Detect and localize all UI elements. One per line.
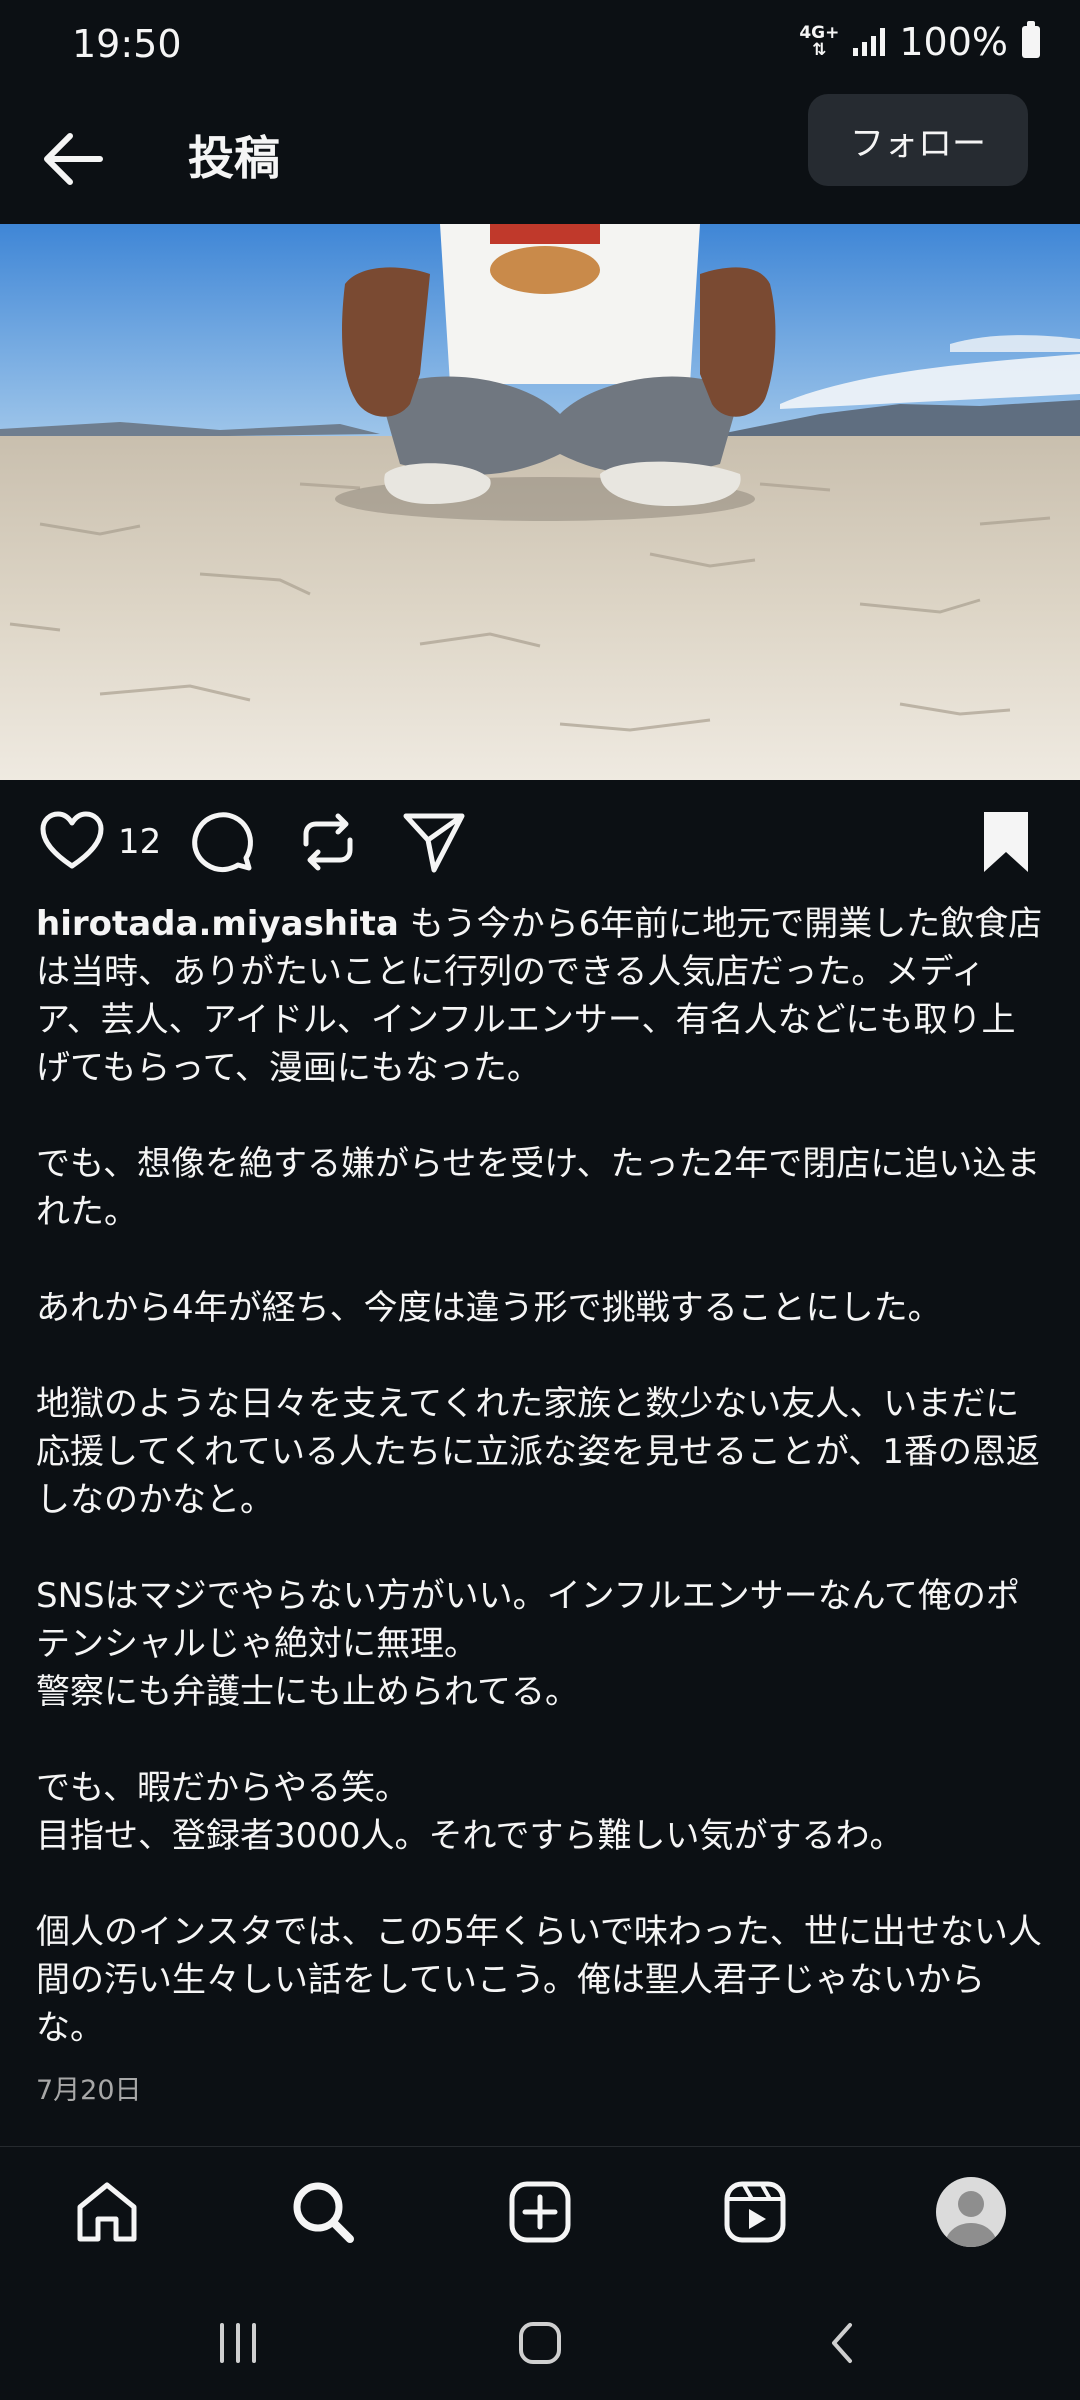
caption-text: 目指せ、登録者3000人。それですら難しい気がするわ。: [36, 1816, 904, 1856]
caption-line: あれから4年が経ち、今度は違う形で挑戦することにした。: [36, 1284, 1046, 1332]
status-bar: 19:50 4G+ ⇅ 100%: [0, 0, 1080, 92]
comment-icon[interactable]: [188, 808, 256, 880]
status-time: 19:50: [72, 22, 182, 66]
caption-line: SNSはマジでやらない方がいい。インフルエンサーなんて俺のポテンシャルじゃ絶対に…: [36, 1572, 1046, 1668]
caption-line: 警察にも弁護士にも止められてる。: [36, 1668, 1046, 1716]
system-nav-bar: [0, 2277, 1080, 2400]
send-icon[interactable]: [400, 808, 468, 880]
signal-icon: [853, 28, 886, 56]
caption-line: 地獄のような日々を支えてくれた家族と数少ない友人、いまだに応援してくれている人た…: [36, 1380, 1046, 1524]
caption-text: 個人のインスタでは、この5年くらいで味わった、世に出せない人間の汚い生々しい話を…: [36, 1912, 1042, 2048]
search-icon[interactable]: [280, 2169, 366, 2255]
caption-text: でも、想像を絶する嫌がらせを受け、たった2年で閉店に追い込まれた。: [36, 1144, 1041, 1232]
caption-username[interactable]: hirotada.miyashita: [36, 904, 399, 944]
create-icon[interactable]: [497, 2169, 583, 2255]
arrow-left-icon[interactable]: [30, 116, 116, 202]
caption-text: あれから4年が経ち、今度は違う形で挑戦することにした。: [36, 1288, 942, 1328]
bookmark-icon[interactable]: [972, 808, 1040, 880]
bottom-nav: [0, 2147, 1080, 2277]
caption-text: でも、暇だからやる笑。: [36, 1768, 409, 1808]
reels-icon[interactable]: [712, 2169, 798, 2255]
status-icons: 4G+ ⇅ 100%: [799, 20, 1040, 64]
heart-icon[interactable]: [38, 808, 106, 880]
repost-icon[interactable]: [294, 808, 362, 880]
caption-line: でも、暇だからやる笑。: [36, 1764, 1046, 1812]
caption-line: 個人のインスタでは、この5年くらいで味わった、世に出せない人間の汚い生々しい話を…: [36, 1908, 1046, 2052]
recent-apps-icon[interactable]: [210, 2319, 266, 2371]
home-icon[interactable]: [64, 2169, 150, 2255]
post-image[interactable]: [0, 224, 1080, 780]
post-date: 7月20日: [36, 2075, 142, 2106]
page-title: 投稿: [188, 131, 280, 185]
battery-icon: [1022, 21, 1040, 58]
post-actions: 12: [0, 780, 1080, 904]
follow-button[interactable]: フォロー: [808, 94, 1028, 186]
back-nav-icon[interactable]: [822, 2319, 862, 2371]
profile-avatar[interactable]: [928, 2169, 1014, 2255]
caption-line: 目指せ、登録者3000人。それですら難しい気がするわ。: [36, 1812, 1046, 1860]
caption-line: でも、想像を絶する嫌がらせを受け、たった2年で閉店に追い込まれた。: [36, 1140, 1046, 1236]
caption-text: 地獄のような日々を支えてくれた家族と数少ない友人、いまだに応援してくれている人た…: [36, 1384, 1040, 1520]
caption-text: 警察にも弁護士にも止められてる。: [36, 1672, 579, 1712]
network-type-label: 4G+: [799, 23, 840, 43]
like-count[interactable]: 12: [118, 822, 161, 862]
post-header: 投稿 フォロー: [0, 92, 1080, 224]
network-type-icon: 4G+ ⇅: [799, 23, 840, 60]
post-caption: hirotada.miyashita もう今から6年前に地元で開業した飲食店は当…: [36, 900, 1046, 2052]
caption-text: SNSはマジでやらない方がいい。インフルエンサーなんて俺のポテンシャルじゃ絶対に…: [36, 1576, 1020, 1664]
caption-line: hirotada.miyashita もう今から6年前に地元で開業した飲食店は当…: [36, 900, 1046, 1092]
home-button-icon[interactable]: [514, 2319, 566, 2371]
battery-percent: 100%: [899, 20, 1008, 64]
